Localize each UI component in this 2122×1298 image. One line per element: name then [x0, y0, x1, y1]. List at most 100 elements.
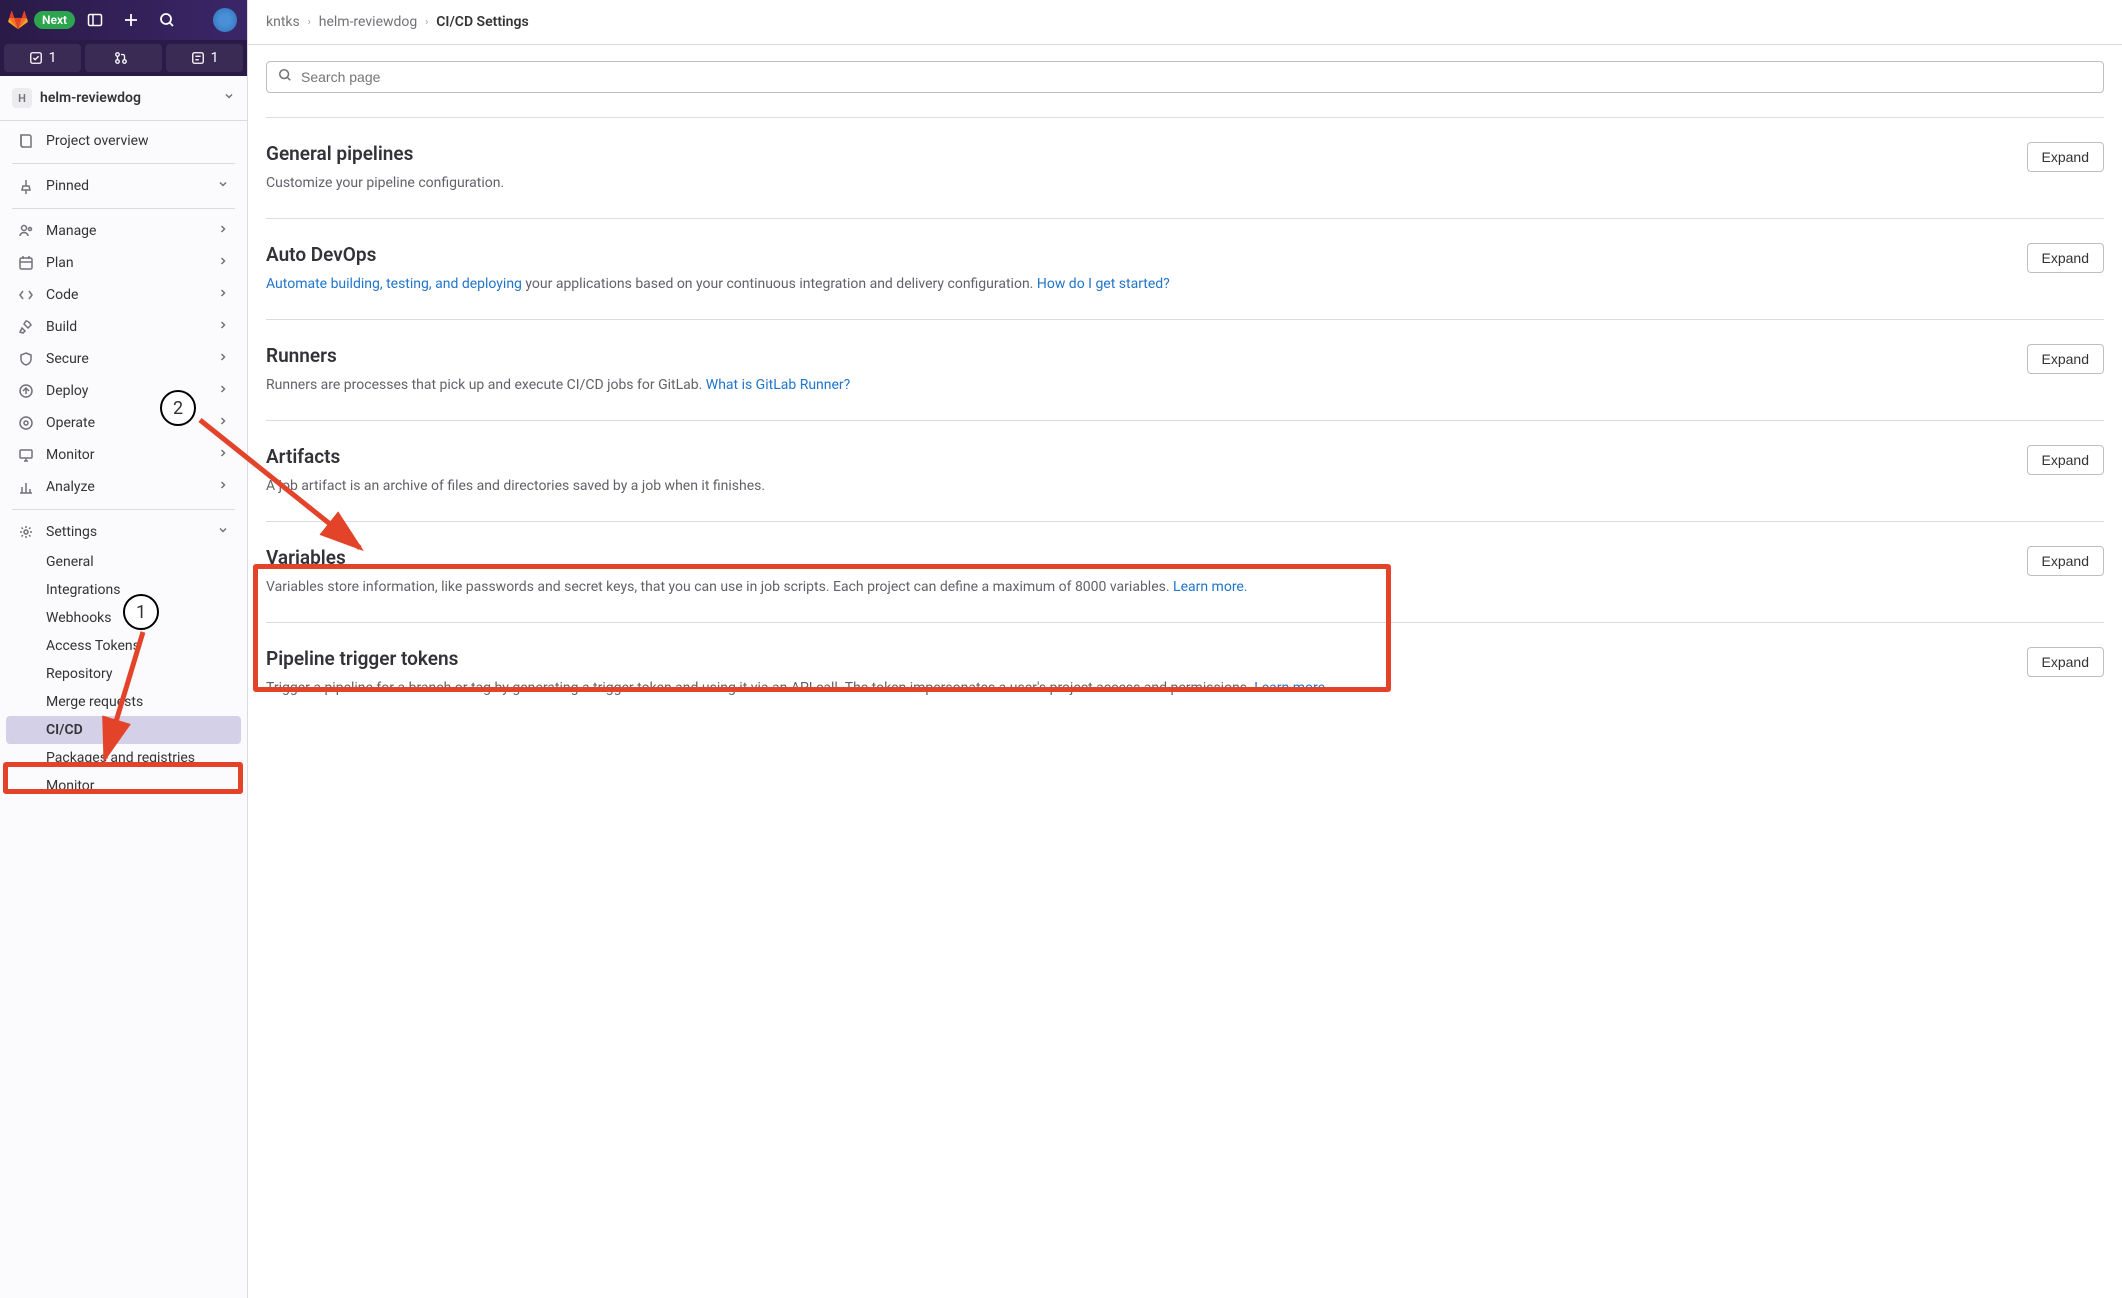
gitlab-logo-icon[interactable] [6, 8, 30, 32]
breadcrumb-link[interactable]: kntks [266, 14, 300, 30]
link-get-started[interactable]: How do I get started? [1037, 276, 1170, 292]
link-runner[interactable]: What is GitLab Runner? [706, 377, 851, 393]
todos-counter[interactable]: 1 [166, 44, 243, 72]
chevron-right-icon: › [308, 17, 311, 28]
counters-row: 1 1 [0, 40, 247, 76]
search-wrap [266, 61, 2104, 93]
section-title: General pipelines [266, 142, 2003, 165]
chevron-down-icon [223, 90, 235, 106]
chevron-right-icon [217, 415, 229, 431]
chevron-right-icon [217, 383, 229, 399]
section-desc: Trigger a pipeline for a branch or tag b… [266, 678, 2003, 699]
link-learn-more[interactable]: Learn more. [1173, 579, 1248, 595]
panel-icon[interactable] [79, 6, 111, 34]
section-variables: Variables Variables store information, l… [266, 521, 2104, 622]
calendar-icon [18, 255, 34, 271]
sidebar-item-label: Plan [46, 255, 74, 271]
expand-button[interactable]: Expand [2027, 546, 2104, 576]
sidebar-sub-access-tokens[interactable]: Access Tokens [6, 632, 241, 660]
link-automate[interactable]: Automate building, testing, and deployin… [266, 276, 522, 292]
sidebar-item-project-overview[interactable]: Project overview [6, 125, 241, 157]
sidebar-item-operate[interactable]: Operate [6, 407, 241, 439]
merge-requests-counter[interactable] [85, 44, 162, 72]
next-badge: Next [34, 11, 75, 29]
sidebar-sub-integrations[interactable]: Integrations [6, 576, 241, 604]
sidebar-item-build[interactable]: Build [6, 311, 241, 343]
sidebar-item-deploy[interactable]: Deploy [6, 375, 241, 407]
breadcrumb-link[interactable]: helm-reviewdog [319, 14, 418, 30]
topbar: Next [0, 0, 247, 40]
sidebar-item-label: Settings [46, 524, 97, 540]
project-name: helm-reviewdog [40, 90, 215, 106]
sidebar-item-pinned[interactable]: Pinned [6, 170, 241, 202]
sidebar-item-plan[interactable]: Plan [6, 247, 241, 279]
chevron-right-icon [217, 255, 229, 271]
sidebar-item-label: Pinned [46, 178, 89, 194]
plus-icon[interactable] [115, 6, 147, 34]
chevron-right-icon [217, 287, 229, 303]
sidebar-sub-cicd[interactable]: CI/CD [6, 716, 241, 744]
sidebar-item-manage[interactable]: Manage [6, 215, 241, 247]
project-header[interactable]: H helm-reviewdog [0, 76, 247, 121]
chevron-down-icon [217, 178, 229, 194]
section-pipeline-trigger-tokens: Pipeline trigger tokens Trigger a pipeli… [266, 622, 2104, 723]
link-learn-more[interactable]: Learn more. [1254, 680, 1329, 696]
issues-counter[interactable]: 1 [4, 44, 81, 72]
avatar[interactable] [213, 8, 237, 32]
expand-button[interactable]: Expand [2027, 344, 2104, 374]
section-desc: Automate building, testing, and deployin… [266, 274, 2003, 295]
section-general-pipelines: General pipelines Customize your pipelin… [266, 117, 2104, 218]
sidebar-item-secure[interactable]: Secure [6, 343, 241, 375]
sidebar-item-label: Operate [46, 415, 95, 431]
section-auto-devops: Auto DevOps Automate building, testing, … [266, 218, 2104, 319]
sidebar-item-analyze[interactable]: Analyze [6, 471, 241, 503]
chevron-right-icon: › [425, 17, 428, 28]
sidebar-item-label: Analyze [46, 479, 95, 495]
sidebar: Next 1 1 [0, 0, 248, 1298]
chevron-right-icon [217, 479, 229, 495]
chevron-right-icon [217, 351, 229, 367]
sidebar-sub-general[interactable]: General [6, 548, 241, 576]
sidebar-item-label: Deploy [46, 383, 88, 399]
users-icon [18, 223, 34, 239]
pin-icon [18, 178, 34, 194]
sidebar-sub-merge-requests[interactable]: Merge requests [6, 688, 241, 716]
deploy-icon [18, 383, 34, 399]
sidebar-sub-monitor[interactable]: Monitor [6, 772, 241, 800]
sidebar-item-code[interactable]: Code [6, 279, 241, 311]
breadcrumb-current: CI/CD Settings [436, 14, 528, 30]
section-desc: Customize your pipeline configuration. [266, 173, 2003, 194]
expand-button[interactable]: Expand [2027, 142, 2104, 172]
sidebar-item-settings[interactable]: Settings [6, 516, 241, 548]
monitor-icon [18, 447, 34, 463]
chevron-down-icon [217, 524, 229, 540]
section-title: Auto DevOps [266, 243, 2003, 266]
chart-icon [18, 479, 34, 495]
sidebar-sub-repository[interactable]: Repository [6, 660, 241, 688]
section-desc: A job artifact is an archive of files an… [266, 476, 2003, 497]
sidebar-item-label: Secure [46, 351, 89, 367]
sidebar-item-monitor[interactable]: Monitor [6, 439, 241, 471]
search-icon[interactable] [151, 6, 183, 34]
section-desc: Variables store information, like passwo… [266, 577, 2003, 598]
shield-icon [18, 351, 34, 367]
section-title: Variables [266, 546, 2003, 569]
expand-button[interactable]: Expand [2027, 647, 2104, 677]
breadcrumb: kntks › helm-reviewdog › CI/CD Settings [248, 0, 2122, 45]
main: kntks › helm-reviewdog › CI/CD Settings … [248, 0, 2122, 1298]
expand-button[interactable]: Expand [2027, 445, 2104, 475]
nav: Project overview Pinned Manage Plan [0, 121, 247, 1298]
sidebar-sub-packages[interactable]: Packages and registries [6, 744, 241, 772]
section-title: Pipeline trigger tokens [266, 647, 2003, 670]
chevron-right-icon [217, 447, 229, 463]
counter-value: 1 [211, 50, 219, 66]
sidebar-item-label: Monitor [46, 447, 95, 463]
search-input[interactable] [266, 61, 2104, 93]
chevron-right-icon [217, 223, 229, 239]
expand-button[interactable]: Expand [2027, 243, 2104, 273]
sidebar-sub-webhooks[interactable]: Webhooks [6, 604, 241, 632]
gear-icon [18, 524, 34, 540]
sidebar-item-label: Code [46, 287, 78, 303]
counter-value: 1 [49, 50, 57, 66]
sidebar-item-label: Build [46, 319, 77, 335]
